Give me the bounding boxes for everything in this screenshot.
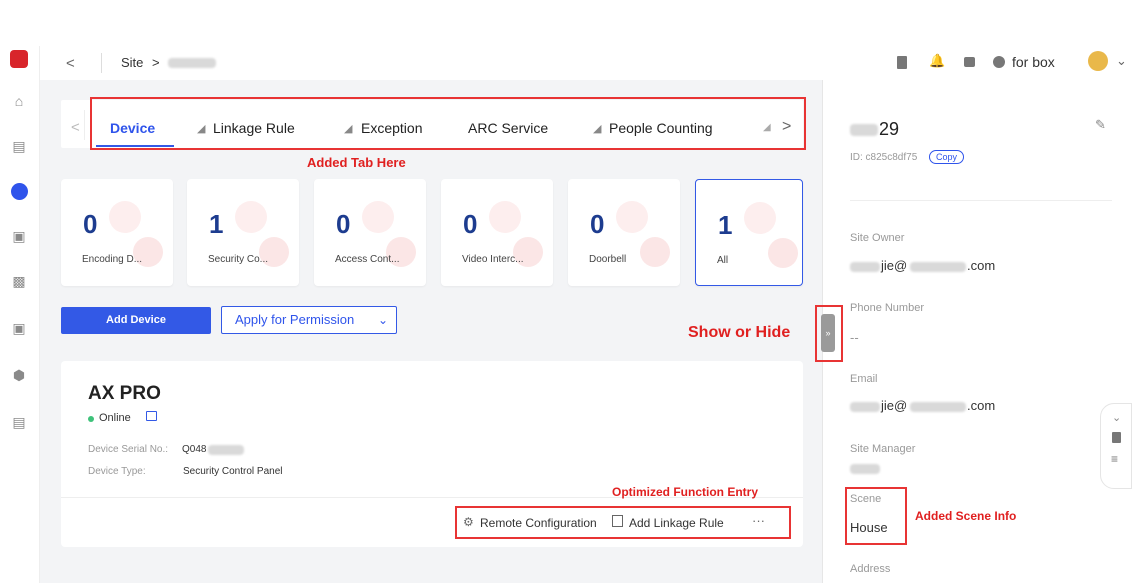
card-count: 1 xyxy=(718,210,733,240)
site-owner-redacted xyxy=(850,262,880,272)
card-decoration xyxy=(362,201,394,233)
chevron-down-icon[interactable]: ⌄ xyxy=(1116,53,1127,69)
list-icon[interactable]: ≡ xyxy=(1111,452,1118,466)
help-icon[interactable] xyxy=(993,56,1005,68)
chevron-down-icon: ⌄ xyxy=(378,313,389,327)
breadcrumb-site[interactable]: Site xyxy=(121,55,143,70)
card-security-control[interactable]: 1 Security Co... xyxy=(187,179,299,286)
panel-divider xyxy=(850,200,1112,201)
card-count: 0 xyxy=(463,209,478,239)
site-manager-redacted xyxy=(850,464,880,474)
settings-hex-icon[interactable]: ⬢ xyxy=(11,367,27,383)
annotation-optimized: Optimized Function Entry xyxy=(612,485,758,499)
site-id: ID: c825c8df75 xyxy=(850,152,918,163)
apply-permission-label: Apply for Permission xyxy=(235,312,355,327)
gear-icon: ⚙ xyxy=(463,515,474,529)
site-owner-value: jie@ xyxy=(881,258,908,273)
email-redacted xyxy=(850,402,880,412)
serial-value: Q048 xyxy=(182,444,207,455)
panel-toggle-button[interactable]: » xyxy=(821,314,835,352)
copy-button[interactable]: Copy xyxy=(929,150,965,164)
serial-value-redacted xyxy=(208,445,244,455)
card-count: 0 xyxy=(336,209,351,239)
card-decoration xyxy=(109,201,141,233)
scene-value: House xyxy=(850,520,888,535)
back-button[interactable]: < xyxy=(66,55,75,72)
device-icon[interactable]: ▤ xyxy=(11,138,27,154)
message-icon[interactable] xyxy=(964,57,975,67)
card-doorbell[interactable]: 0 Doorbell xyxy=(568,179,680,286)
header-divider xyxy=(101,53,102,73)
notes-icon[interactable] xyxy=(1112,432,1121,443)
site-manager-label: Site Manager xyxy=(850,443,916,455)
briefcase-icon[interactable]: ▣ xyxy=(11,320,27,336)
document-icon[interactable] xyxy=(897,56,907,69)
card-label: Video Interc... xyxy=(462,254,524,265)
card-decoration xyxy=(489,201,521,233)
site-owner-label: Site Owner xyxy=(850,232,905,244)
card-encoding-device[interactable]: 0 Encoding D... xyxy=(61,179,173,286)
site-owner-suffix: .com xyxy=(967,258,996,273)
annotation-added-tab: Added Tab Here xyxy=(307,155,406,170)
type-value: Security Control Panel xyxy=(183,466,283,477)
monitor-icon[interactable]: ▣ xyxy=(11,228,27,244)
card-label: Security Co... xyxy=(208,254,269,265)
annotation-tab-box xyxy=(90,97,806,150)
linkage-icon xyxy=(612,515,623,527)
card-decoration xyxy=(640,237,670,267)
apply-permission-dropdown[interactable]: Apply for Permission ⌄ xyxy=(221,306,397,334)
card-count: 0 xyxy=(590,209,605,239)
card-label: Encoding D... xyxy=(82,254,143,265)
serial-label: Device Serial No.: xyxy=(88,444,169,455)
card-label: Doorbell xyxy=(589,254,627,265)
account-name[interactable]: for box xyxy=(1012,54,1055,70)
avatar[interactable] xyxy=(1088,51,1108,71)
address-label: Address xyxy=(850,563,891,575)
card-all[interactable]: 1 All xyxy=(695,179,803,286)
bell-icon[interactable]: 🔔 xyxy=(929,53,945,69)
email-label: Email xyxy=(850,373,878,385)
add-linkage-rule-link[interactable]: Add Linkage Rule xyxy=(629,516,724,530)
tab-prev-icon[interactable]: < xyxy=(71,119,80,136)
left-nav-rail xyxy=(0,46,40,583)
edit-icon[interactable]: ✎ xyxy=(1095,117,1106,133)
breadcrumb-separator: > xyxy=(152,55,160,70)
card-count: 0 xyxy=(83,209,98,239)
card-decoration xyxy=(235,201,267,233)
building-icon[interactable]: ▩ xyxy=(11,273,27,289)
phone-label: Phone Number xyxy=(850,302,924,314)
tab-prev-divider xyxy=(84,110,85,140)
card-decoration xyxy=(616,201,648,233)
chevron-down-icon[interactable]: ⌄ xyxy=(1112,411,1121,424)
site-name: 29 xyxy=(879,119,900,139)
card-label: Access Cont... xyxy=(335,254,400,265)
online-status-dot xyxy=(88,416,94,422)
device-type-icon xyxy=(146,411,157,421)
home-icon[interactable]: ⌂ xyxy=(11,93,27,109)
card-decoration xyxy=(744,202,776,234)
site-owner-domain-redacted xyxy=(910,262,966,272)
card-label: All xyxy=(717,255,729,266)
email-suffix: .com xyxy=(967,398,996,413)
type-label: Device Type: xyxy=(88,466,146,477)
phone-value: -- xyxy=(850,330,859,345)
card-count: 1 xyxy=(209,209,224,239)
email-domain-redacted xyxy=(910,402,966,412)
device-name: AX PRO xyxy=(88,383,161,404)
scene-label: Scene xyxy=(850,493,882,505)
remote-configuration-link[interactable]: Remote Configuration xyxy=(480,516,597,530)
breadcrumb-site-name xyxy=(168,58,216,68)
site-name-redacted xyxy=(850,124,878,136)
card-video-intercom[interactable]: 0 Video Interc... xyxy=(441,179,553,286)
device-status: Online xyxy=(99,412,131,424)
email-value: jie@ xyxy=(881,398,908,413)
annotation-show-hide: Show or Hide xyxy=(688,324,791,341)
annotation-scene-info: Added Scene Info xyxy=(915,509,1017,523)
card-access-control[interactable]: 0 Access Cont... xyxy=(314,179,426,286)
report-icon[interactable]: ▤ xyxy=(11,414,27,430)
site-icon[interactable] xyxy=(11,183,28,200)
more-options-button[interactable]: ··· xyxy=(752,513,765,528)
card-decoration xyxy=(768,238,798,268)
add-device-button[interactable]: Add Device xyxy=(61,307,211,334)
